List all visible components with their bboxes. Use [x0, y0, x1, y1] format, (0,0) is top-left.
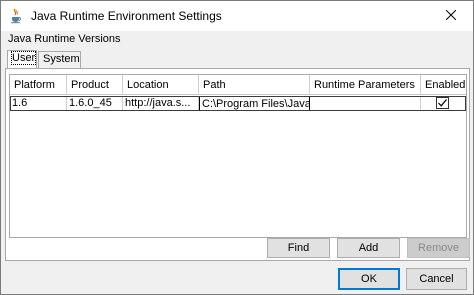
cell-runtime-parameters[interactable]	[310, 96, 421, 111]
java-cup-icon	[8, 8, 24, 24]
find-button[interactable]: Find	[267, 238, 330, 258]
table-row[interactable]: 1.6 1.6.0_45 http://java.s... C:\Program…	[10, 96, 466, 111]
column-header-product[interactable]: Product	[67, 75, 123, 95]
column-header-runtime-parameters[interactable]: Runtime Parameters	[310, 75, 421, 95]
enabled-checkbox[interactable]	[436, 97, 449, 109]
checkmark-icon	[438, 99, 447, 107]
column-header-platform[interactable]: Platform	[10, 75, 67, 95]
add-button[interactable]: Add	[337, 238, 400, 258]
cell-path[interactable]: C:\Program Files\Java...	[199, 96, 310, 111]
title-bar[interactable]: Java Runtime Environment Settings	[1, 1, 473, 31]
cell-location[interactable]: http://java.s...	[123, 96, 199, 111]
remove-button[interactable]: Remove	[407, 238, 470, 258]
window-title: Java Runtime Environment Settings	[31, 9, 222, 23]
close-icon	[445, 9, 456, 23]
tab-panel: Platform Product Location Path Runtime P…	[5, 68, 470, 261]
close-button[interactable]	[428, 1, 473, 31]
cancel-button[interactable]: Cancel	[406, 268, 467, 290]
section-label: Java Runtime Versions	[8, 33, 121, 45]
jre-table[interactable]: Platform Product Location Path Runtime P…	[9, 74, 467, 238]
ok-button[interactable]: OK	[338, 268, 400, 290]
tab-user[interactable]: User	[7, 50, 37, 68]
cell-platform[interactable]: 1.6	[10, 96, 67, 111]
column-header-path[interactable]: Path	[199, 75, 310, 95]
column-header-enabled[interactable]: Enabled	[421, 75, 466, 95]
column-header-location[interactable]: Location	[123, 75, 199, 95]
cell-product[interactable]: 1.6.0_45	[67, 96, 123, 111]
dialog-window: Java Runtime Environment Settings Java R…	[0, 0, 474, 295]
tab-system[interactable]: System	[38, 51, 81, 68]
table-header: Platform Product Location Path Runtime P…	[10, 75, 466, 95]
cell-enabled[interactable]	[421, 96, 466, 111]
